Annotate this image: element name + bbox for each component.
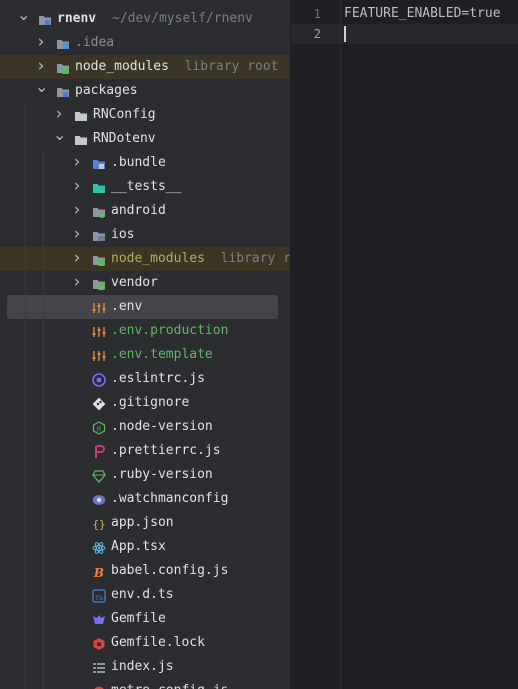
env-file-icon <box>92 324 106 338</box>
tree-item-hint: ~/dev/myself/rnenv <box>112 11 253 26</box>
chevron-right-icon[interactable]: › <box>71 223 83 247</box>
module-folder-icon <box>38 12 52 26</box>
node-modules-folder-icon <box>92 252 106 266</box>
tree-item-label: .idea <box>75 35 115 50</box>
svg-text:B: B <box>93 566 104 579</box>
tree-item-label: RNConfig <box>93 107 156 122</box>
js-index-icon <box>92 660 106 674</box>
tree-item-label: .env.production <box>111 323 229 338</box>
chevron-right-icon[interactable]: › <box>71 271 83 295</box>
svg-text:{}: {} <box>92 518 105 531</box>
tree-row-rnenv[interactable]: ⌄ rnenv ~/dev/myself/rnenv <box>0 7 290 31</box>
tree-item-label: app.json <box>111 515 174 530</box>
tree-item-label: env.d.ts <box>111 587 174 602</box>
tree-item-label: index.js <box>111 659 174 674</box>
folder-icon <box>74 132 88 146</box>
line-gutter <box>291 0 343 689</box>
typescript-icon: TS <box>92 588 106 603</box>
git-icon <box>92 396 106 411</box>
tree-item-label: .bundle <box>111 155 166 170</box>
tree-item-label: .prettierrc.js <box>111 443 221 458</box>
gemfile-lock-icon <box>92 636 106 650</box>
env-file-icon <box>92 348 106 362</box>
tree-item-label: RNDotenv <box>93 131 156 146</box>
tree-item-label: metro.config.js <box>111 679 228 689</box>
line-number: 2 <box>313 27 321 41</box>
tree-item-label: node_modules <box>111 251 205 266</box>
tree-row-rnconfig[interactable]: › RNConfig <box>0 103 290 127</box>
vendor-folder-icon <box>92 276 106 290</box>
metro-icon <box>92 684 106 689</box>
chevron-right-icon[interactable]: › <box>35 31 47 55</box>
prettier-icon <box>92 444 106 458</box>
tree-item-label: App.tsx <box>111 539 166 554</box>
idea-folder-icon <box>56 36 70 50</box>
ios-folder-icon <box>92 228 106 242</box>
tree-item-label: Gemfile <box>111 611 166 626</box>
tests-folder-icon <box>92 180 106 194</box>
chevron-right-icon[interactable]: › <box>71 175 83 199</box>
tree-row-env[interactable]: .env <box>7 295 278 319</box>
tree-row-idea[interactable]: › .idea <box>0 31 290 55</box>
gutter-separator <box>340 0 341 689</box>
tree-item-label: .env <box>111 299 143 314</box>
code-line[interactable]: FEATURE_ENABLED=true <box>344 4 501 24</box>
config-folder-icon <box>92 156 106 170</box>
ruby-icon <box>92 468 106 483</box>
watchman-icon <box>92 492 106 506</box>
android-folder-icon <box>92 204 106 218</box>
tree-item-label: babel.config.js <box>111 563 229 578</box>
tree-item-label: .gitignore <box>111 395 190 410</box>
svg-text:JS: JS <box>96 427 102 433</box>
line-number: 1 <box>313 7 321 21</box>
chevron-down-icon[interactable]: ⌄ <box>53 127 66 151</box>
tree-item-hint: library roo <box>220 251 290 266</box>
tree-item-label: packages <box>75 83 138 98</box>
chevron-right-icon[interactable]: › <box>35 55 47 79</box>
indent-guide <box>25 103 26 689</box>
tree-item-label: .watchmanconfig <box>111 491 229 506</box>
nodejs-icon: JS <box>92 420 106 435</box>
tree-item-label: vendor <box>111 275 158 290</box>
chevron-right-icon[interactable]: › <box>71 199 83 223</box>
babel-icon: B <box>92 564 106 580</box>
tree-item-label: rnenv <box>57 11 97 26</box>
editor-pane[interactable]: 1 FEATURE_ENABLED=true 2 <box>291 0 518 689</box>
json-icon: {} <box>92 516 106 531</box>
tree-item-label: ios <box>111 227 135 242</box>
module-folder-icon <box>56 84 70 98</box>
tree-item-label: .env.template <box>111 347 213 362</box>
tree-item-label: .ruby-version <box>111 467 213 482</box>
tree-item-label: Gemfile.lock <box>111 635 205 650</box>
text-caret <box>344 26 346 42</box>
gemfile-icon <box>92 612 106 626</box>
chevron-right-icon[interactable]: › <box>53 103 65 127</box>
chevron-down-icon[interactable]: ⌄ <box>17 7 30 31</box>
tree-row-node-modules[interactable]: › node_modules library root <box>0 55 290 79</box>
tree-item-label: android <box>111 203 166 218</box>
node-modules-folder-icon <box>56 60 70 74</box>
tree-item-label: __tests__ <box>111 179 182 194</box>
tree-row-rndotenv[interactable]: ⌄ RNDotenv <box>0 127 290 151</box>
project-tree: ⌄ rnenv ~/dev/myself/rnenv › .idea › node_modu… <box>0 0 290 689</box>
tree-item-hint: library root <box>184 59 279 74</box>
chevron-down-icon[interactable]: ⌄ <box>35 79 48 103</box>
react-icon <box>92 540 106 554</box>
tree-item-label: .eslintrc.js <box>111 371 205 386</box>
tree-item-label: node_modules <box>75 59 169 74</box>
svg-text:TS: TS <box>94 594 103 602</box>
env-file-icon <box>92 300 106 314</box>
eslint-icon <box>92 372 106 387</box>
tree-item-label: .node-version <box>111 419 213 434</box>
current-line-highlight <box>291 24 518 44</box>
chevron-right-icon[interactable]: › <box>71 151 83 175</box>
folder-icon <box>74 108 88 122</box>
indent-guide <box>43 151 44 689</box>
chevron-right-icon[interactable]: › <box>71 247 83 271</box>
tree-row-packages[interactable]: ⌄ packages <box>0 79 290 103</box>
